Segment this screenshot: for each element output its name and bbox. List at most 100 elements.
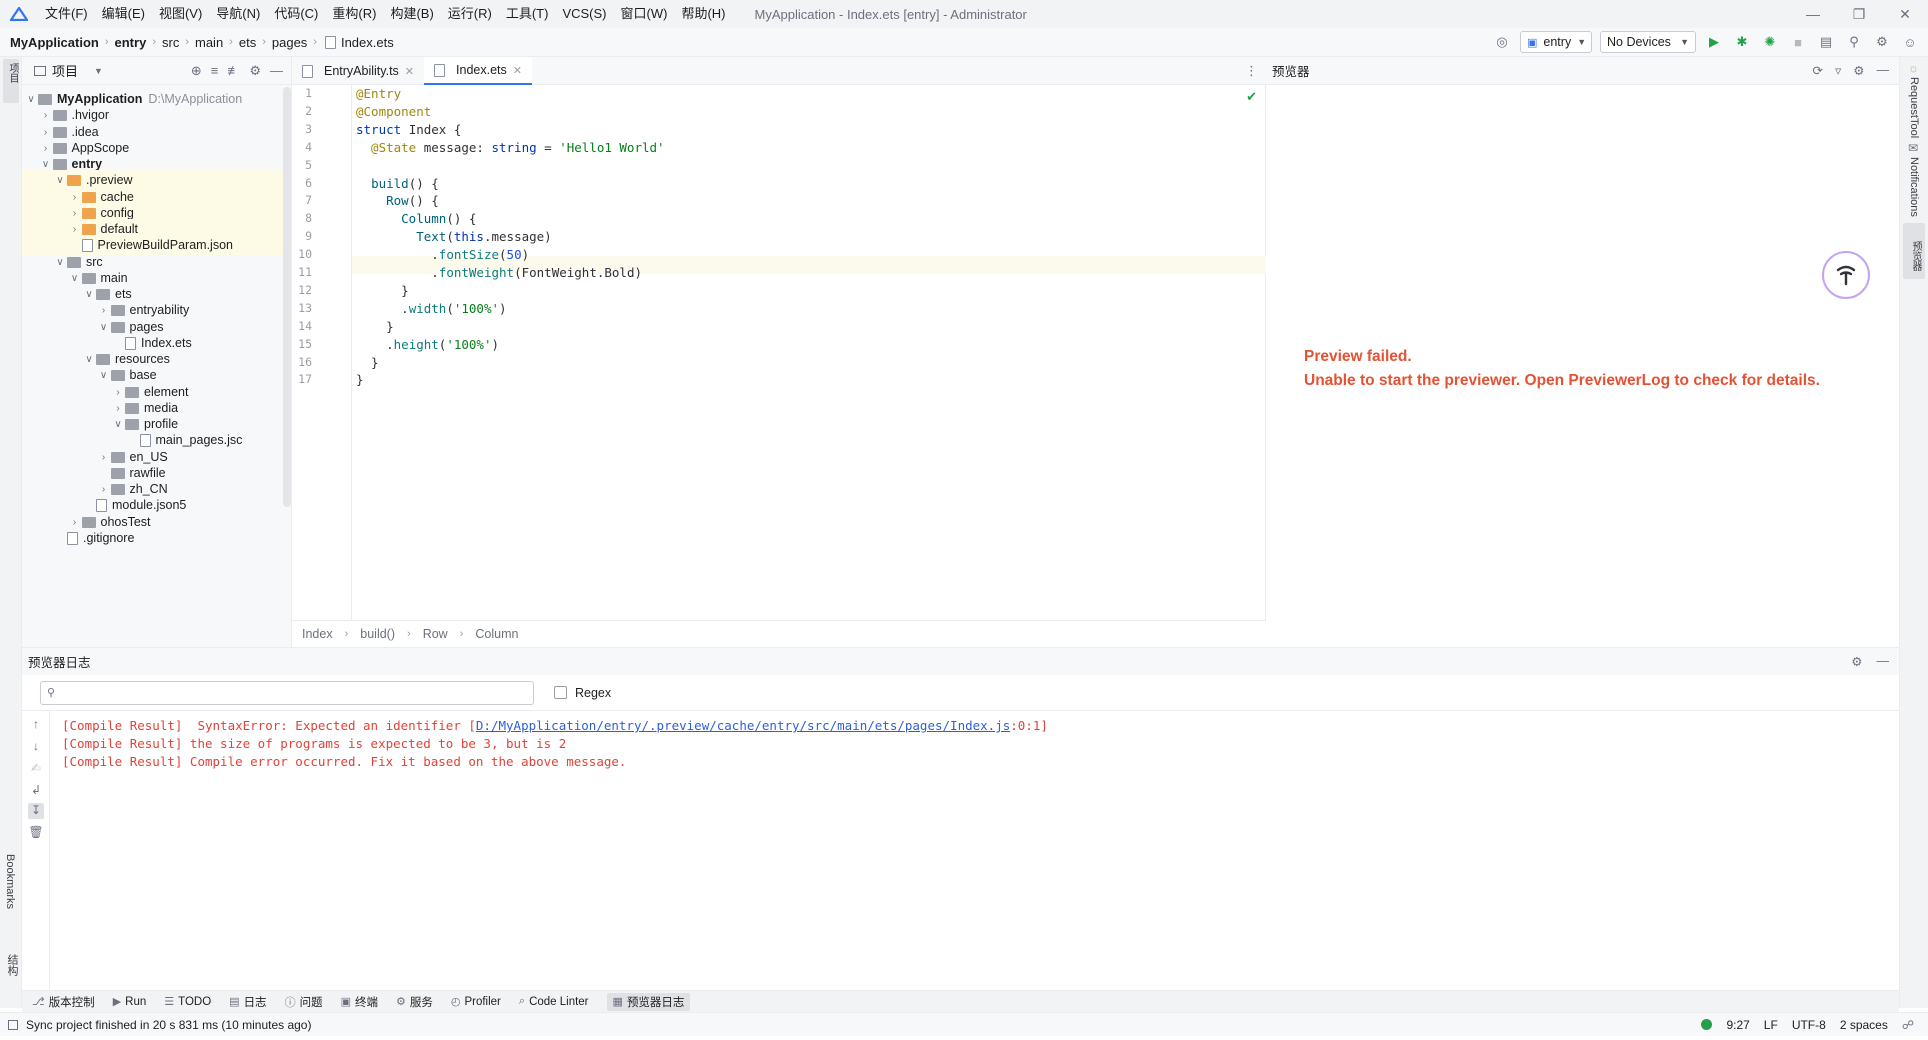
chevron-right-icon[interactable]: › [97, 305, 111, 316]
caret-position[interactable]: 9:27 [1726, 1018, 1749, 1032]
hide-icon[interactable]: — [1877, 654, 1890, 669]
hide-icon[interactable]: — [270, 63, 283, 79]
soft-wrap-icon[interactable]: ↲ [28, 783, 44, 799]
tree-node[interactable]: .gitignore [22, 528, 284, 548]
breadcrumb-item[interactable]: main [195, 35, 223, 50]
target-icon[interactable]: ◎ [1492, 32, 1512, 52]
settings-icon[interactable]: ⚙ [1851, 654, 1862, 669]
copy-icon[interactable]: ✍ [28, 761, 44, 777]
clear-log-icon[interactable]: 🗑 [28, 825, 44, 841]
run-icon[interactable]: ▶ [1704, 32, 1724, 52]
log-search-input[interactable] [59, 682, 533, 703]
tool-window-button[interactable]: ⌕ Code Linter [519, 995, 589, 1008]
chevron-down-icon[interactable]: ∨ [111, 419, 125, 430]
menu-item[interactable]: 帮助(H) [674, 0, 732, 28]
tool-window-button[interactable]: ▣ 终端 [341, 994, 378, 1010]
lock-icon[interactable]: ☍ [1902, 1018, 1914, 1032]
chevron-right-icon[interactable]: › [68, 192, 82, 203]
notifications-button[interactable]: Notifications [1908, 157, 1920, 217]
collapse-all-icon[interactable]: ≢ [227, 63, 240, 79]
bookmarks-tool-button[interactable]: Bookmarks [4, 854, 16, 909]
breadcrumb-item[interactable]: Index.ets [341, 35, 394, 50]
chevron-down-icon[interactable]: ∨ [82, 289, 96, 300]
chevron-right-icon[interactable]: › [97, 452, 111, 463]
chevron-right-icon[interactable]: › [68, 208, 82, 219]
chevron-down-icon[interactable]: ∨ [24, 94, 38, 105]
editor-breadcrumb-item[interactable]: Column [475, 627, 518, 641]
breadcrumb-item[interactable]: entry [115, 35, 147, 50]
menu-item[interactable]: 重构(R) [325, 0, 383, 28]
breadcrumb-item[interactable]: src [162, 35, 179, 50]
chevron-right-icon[interactable]: › [97, 484, 111, 495]
menu-item[interactable]: 窗口(W) [614, 0, 675, 28]
tool-window-button[interactable]: ◴ Profiler [451, 995, 501, 1009]
menu-item[interactable]: 代码(C) [267, 0, 325, 28]
close-tab-icon[interactable]: ✕ [405, 65, 414, 78]
more-icon[interactable]: ⋮ [1245, 57, 1258, 84]
close-icon[interactable]: ✕ [1882, 0, 1928, 28]
chevron-down-icon[interactable]: ∨ [39, 159, 53, 170]
device-manager-icon[interactable]: ▤ [1816, 32, 1836, 52]
menu-item[interactable]: 构建(B) [383, 0, 440, 28]
editor-breadcrumb-item[interactable]: build() [360, 627, 395, 641]
hide-icon[interactable]: — [1877, 63, 1890, 78]
scroll-to-end-icon[interactable]: ↧ [28, 803, 44, 819]
tab-entryability[interactable]: EntryAbility.ts ✕ [292, 57, 424, 85]
request-tool-button[interactable]: RequestTool [1908, 77, 1920, 138]
indent-setting[interactable]: 2 spaces [1840, 1018, 1888, 1032]
tool-window-button[interactable]: ⎇ 版本控制 [32, 994, 95, 1010]
line-ending[interactable]: LF [1764, 1018, 1778, 1032]
scroll-up-icon[interactable]: ↑ [28, 717, 44, 733]
attach-debugger-icon[interactable]: ✺ [1760, 32, 1780, 52]
account-icon[interactable]: ☺ [1900, 32, 1920, 52]
chevron-down-icon[interactable]: ∨ [53, 175, 67, 186]
code-editor[interactable]: 1 2 3 4 5 6 7 8 9 10 11 12 13 14 15 16 17 @Entry @Compone… [292, 85, 1266, 620]
menu-item[interactable]: 工具(T) [499, 0, 556, 28]
structure-tool-button[interactable]: 结构 [4, 954, 20, 976]
restore-icon[interactable]: ❐ [1836, 0, 1882, 28]
chevron-right-icon[interactable]: › [111, 403, 125, 414]
log-output[interactable]: [Compile Result] SyntaxError: Expected a… [50, 711, 1899, 990]
previewer-tool-button[interactable]: 预览器 [1903, 223, 1925, 279]
tool-window-button[interactable]: ▦ 预览器日志 [606, 992, 691, 1011]
status-square-icon[interactable] [8, 1019, 18, 1030]
chevron-down-icon[interactable]: ∨ [53, 257, 67, 268]
editor-breadcrumb-item[interactable]: Row [423, 627, 448, 641]
tool-window-button[interactable]: ▶ Run [113, 995, 147, 1009]
search-icon[interactable]: ⚲ [1844, 32, 1864, 52]
chevron-down-icon[interactable]: ∨ [97, 370, 111, 381]
menu-item[interactable]: 视图(V) [152, 0, 209, 28]
chevron-right-icon[interactable]: › [68, 517, 82, 528]
chevron-right-icon[interactable]: › [39, 143, 53, 154]
settings-icon[interactable]: ⚙ [1872, 32, 1892, 52]
breadcrumb-item[interactable]: MyApplication [10, 35, 99, 50]
chevron-down-icon[interactable]: ∨ [68, 273, 82, 284]
tool-window-button[interactable]: ▤ 日志 [229, 994, 266, 1010]
status-message[interactable]: Sync project finished in 20 s 831 ms (10… [26, 1018, 311, 1032]
close-tab-icon[interactable]: ✕ [513, 64, 522, 77]
debug-icon[interactable]: ✱ [1732, 32, 1752, 52]
breadcrumb-item[interactable]: pages [272, 35, 307, 50]
project-tool-button[interactable]: 项目 [3, 59, 19, 103]
tool-window-button[interactable]: ☰ TODO [164, 995, 211, 1009]
chevron-right-icon[interactable]: › [111, 387, 125, 398]
project-scrollbar[interactable] [283, 87, 291, 507]
minimize-icon[interactable]: — [1790, 0, 1836, 28]
device-select[interactable]: No Devices ▼ [1600, 31, 1696, 53]
settings-icon[interactable]: ⚙ [1853, 63, 1864, 78]
checkbox-box[interactable] [554, 686, 567, 699]
tab-index-ets[interactable]: Index.ets ✕ [424, 57, 532, 85]
project-panel-title[interactable]: 项目 [52, 61, 78, 80]
module-select[interactable]: ▣ entry ▼ [1520, 31, 1592, 53]
menu-item[interactable]: 运行(R) [441, 0, 499, 28]
regex-checkbox[interactable]: Regex [554, 686, 611, 700]
previewer-assistant-icon[interactable] [1822, 251, 1870, 299]
locate-icon[interactable]: ⊕ [191, 63, 202, 79]
stop-icon[interactable]: ■ [1788, 32, 1808, 52]
status-ok-icon[interactable] [1701, 1019, 1713, 1030]
chevron-down-icon[interactable]: ∨ [82, 354, 96, 365]
refresh-icon[interactable]: ⟳ [1813, 63, 1823, 78]
chevron-right-icon[interactable]: › [68, 224, 82, 235]
menu-item[interactable]: 编辑(E) [95, 0, 152, 28]
menu-item[interactable]: 导航(N) [209, 0, 267, 28]
